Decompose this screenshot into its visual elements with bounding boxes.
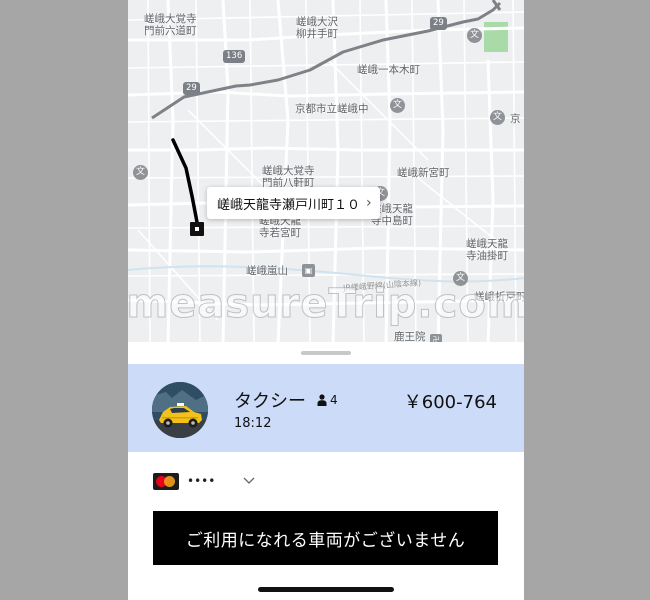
map-label-area: 嵯峨大覚寺 門前六道町 (144, 13, 197, 37)
mastercard-icon (153, 472, 179, 490)
road-shield-136: 136 (223, 50, 246, 63)
school-icon: 文 (490, 110, 505, 125)
chevron-right-icon: › (366, 195, 372, 211)
map-label-area: 嵯峨大沢 柳井手町 (296, 16, 338, 40)
school-icon: 文 (133, 165, 148, 180)
taxi-car-icon (152, 382, 208, 438)
phone-screen: 嵯峨大覚寺 門前六道町 嵯峨大沢 柳井手町 嵯峨一本木町 京都市立嵯峨中 嵯峨大… (128, 0, 524, 600)
destination-label: 嵯峨天龍寺瀬戸川町１０ (217, 197, 361, 213)
capacity-count: 4 (330, 393, 338, 407)
capacity-indicator: 4 (317, 393, 338, 407)
payment-method-selector[interactable]: •••• (153, 472, 215, 490)
ride-option-taxi[interactable]: タクシー 4 18:12 ￥600-764 (128, 364, 524, 452)
map-label-area: 嵯峨新宮町 (397, 167, 450, 179)
school-icon: 文 (390, 98, 405, 113)
train-station-icon: ▣ (302, 264, 315, 277)
card-number-mask: •••• (187, 474, 216, 488)
person-icon (317, 394, 327, 406)
destination-callout[interactable]: 嵯峨天龍寺瀬戸川町１０ › (207, 187, 380, 219)
chevron-down-icon[interactable] (242, 473, 256, 487)
map-label-station: 嵯峨嵐山 (246, 265, 288, 277)
ride-name: タクシー (234, 391, 306, 412)
school-icon: 文 (467, 28, 482, 43)
map-label-area: 嵯峨大覚寺 門前八軒町 (262, 165, 315, 189)
ride-price: ￥600-764 (403, 392, 497, 413)
screenshot-stage: 嵯峨大覚寺 門前六道町 嵯峨大沢 柳井手町 嵯峨一本木町 京都市立嵯峨中 嵯峨大… (0, 0, 650, 600)
sheet-grabber-handle[interactable] (301, 351, 351, 355)
route-line (171, 138, 199, 224)
watermark: measureTrip.com (128, 281, 524, 328)
pickup-location-marker[interactable] (190, 222, 204, 236)
map-label-area: 嵯峨天龍 寺油掛町 (466, 238, 508, 262)
ride-options-sheet: タクシー 4 18:12 ￥600-764 •••• ご利用になれる車両がござい… (128, 342, 524, 600)
road-shield-29: 29 (430, 17, 447, 30)
ride-arrival-time: 18:12 (234, 416, 272, 431)
map-view[interactable]: 嵯峨大覚寺 門前六道町 嵯峨大沢 柳井手町 嵯峨一本木町 京都市立嵯峨中 嵯峨大… (128, 0, 524, 345)
request-ride-button[interactable]: ご利用になれる車両がございません (153, 511, 498, 565)
map-label-school: 京都市立嵯峨中 (295, 103, 369, 115)
map-label-area: 嵯峨一本木町 (357, 64, 420, 76)
map-label-area: 京 (510, 113, 521, 125)
home-indicator[interactable] (258, 587, 394, 592)
road-shield-29: 29 (183, 82, 200, 95)
park-area (484, 22, 508, 52)
